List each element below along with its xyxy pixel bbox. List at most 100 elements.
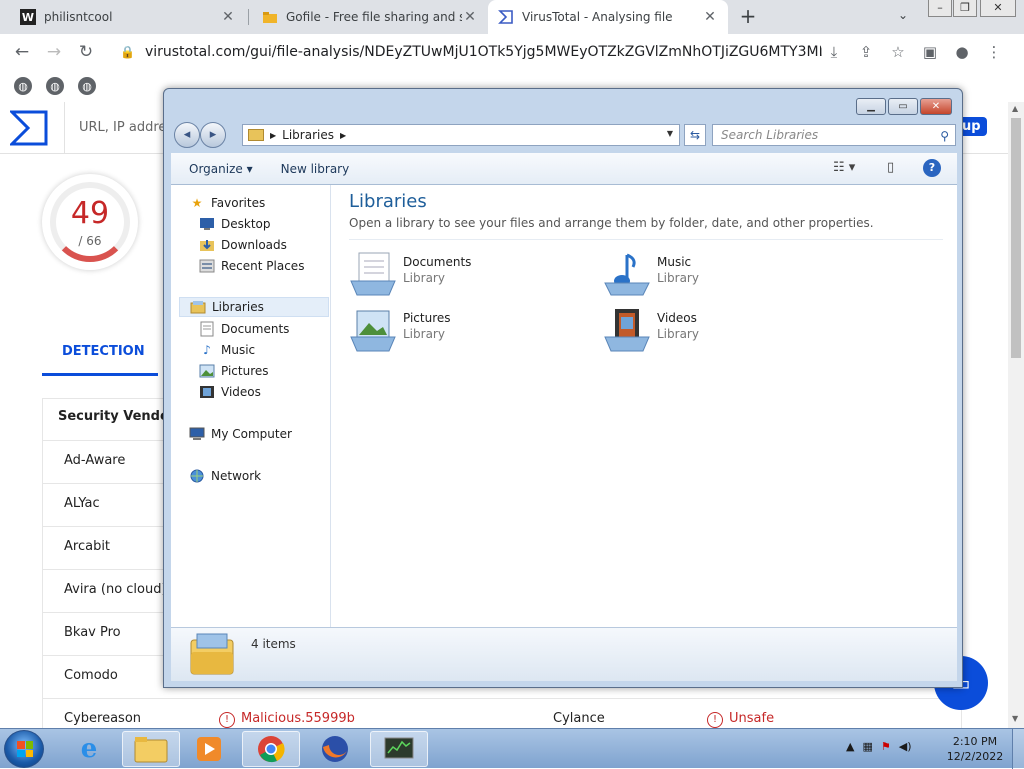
videos-icon — [199, 384, 215, 400]
sidepanel-icon[interactable]: ▣ — [914, 43, 946, 61]
page-scrollbar[interactable]: ▲ ▼ — [1008, 102, 1024, 728]
reload-icon[interactable]: ↻ — [74, 40, 98, 64]
item-count: 4 items — [251, 637, 296, 651]
vendor-name: Cylance — [553, 711, 605, 726]
profile-icon[interactable]: ● — [946, 43, 978, 61]
maximize-button[interactable]: ▭ — [888, 98, 918, 115]
library-type: Library — [403, 327, 445, 341]
vendor-name: Comodo — [64, 668, 118, 683]
virustotal-icon — [498, 9, 514, 25]
pictures-icon — [199, 363, 215, 379]
preview-pane-icon[interactable]: ▯ — [887, 160, 894, 175]
internet-explorer-icon: e — [80, 734, 98, 764]
forward-icon[interactable]: → — [42, 40, 66, 64]
close-icon[interactable]: ✕ — [220, 9, 236, 25]
action-center-icon[interactable]: ⚑ — [881, 740, 891, 753]
back-icon[interactable]: ← — [10, 40, 34, 64]
warning-icon: ! — [219, 712, 235, 728]
globe-icon[interactable]: ◍ — [14, 77, 32, 95]
explorer-address-bar[interactable]: ▶ Libraries ▶ ▼ — [242, 124, 680, 146]
library-videos[interactable]: Videos Library — [603, 305, 853, 355]
page-title: Libraries — [349, 191, 427, 212]
chevron-down-icon[interactable]: ▼ — [667, 129, 673, 138]
browser-chrome: W philisntcool ✕ Gofile - Free file shar… — [0, 0, 1024, 102]
view-options-icon[interactable]: ☷ ▾ — [833, 160, 855, 175]
close-icon[interactable]: ✕ — [462, 9, 478, 25]
scroll-thumb[interactable] — [1011, 118, 1021, 358]
warning-icon: ! — [707, 712, 723, 728]
nav-favorites[interactable]: ★ Favorites — [189, 193, 347, 213]
tab-title: philisntcool — [44, 10, 113, 24]
tab-gofile[interactable]: Gofile - Free file sharing and stor ✕ — [252, 0, 488, 34]
videos-icon — [604, 309, 650, 352]
nav-network[interactable]: Network — [189, 466, 347, 486]
explorer-search-input[interactable]: Search Libraries ⚲ — [712, 124, 956, 146]
breadcrumb[interactable]: Libraries — [282, 128, 334, 142]
detection-result: ! Malicious.55999b — [219, 711, 355, 728]
globe-icon[interactable]: ◍ — [78, 77, 96, 95]
new-library-button[interactable]: New library — [281, 162, 350, 176]
detection-result: ! Unsafe — [707, 711, 774, 728]
tab-virustotal[interactable]: VirusTotal - Analysing file ✕ — [488, 0, 728, 34]
chevron-up-icon[interactable]: ▲ — [846, 740, 854, 753]
close-icon[interactable]: ✕ — [702, 9, 718, 25]
restore-button[interactable]: ❐ — [953, 0, 977, 17]
download-icon[interactable]: ⤓ — [818, 43, 850, 61]
explorer-window: ▁ ▭ ✕ ◂ ▸ ▶ Libraries ▶ ▼ ⇆ Search Libra… — [163, 88, 963, 688]
documents-icon — [199, 321, 215, 337]
taskbar-explorer[interactable] — [122, 731, 180, 767]
star-icon[interactable]: ☆ — [882, 43, 914, 61]
chevron-down-icon[interactable]: ⌄ — [898, 8, 908, 22]
page-subtitle: Open a library to see your files and arr… — [349, 216, 874, 230]
tab-philisntcool[interactable]: W philisntcool ✕ — [10, 0, 246, 34]
taskbar-task-manager[interactable] — [370, 731, 428, 767]
windows-icon — [17, 741, 33, 757]
nav-libraries[interactable]: Libraries — [179, 297, 329, 317]
taskbar-media-player[interactable] — [180, 731, 238, 767]
url-actions: ⤓ ⇪ ☆ ▣ ● ⋮ — [818, 38, 1010, 66]
vt-search-input[interactable]: URL, IP addres — [64, 102, 173, 154]
scroll-up-icon[interactable]: ▲ — [1012, 104, 1018, 113]
back-icon[interactable]: ◂ — [174, 122, 200, 148]
network-icon[interactable]: ▦ — [862, 740, 872, 753]
nav-my-computer[interactable]: My Computer — [189, 424, 347, 444]
vendor-name: ALYac — [64, 496, 100, 511]
network-icon — [189, 468, 205, 484]
forward-icon[interactable]: ▸ — [200, 122, 226, 148]
clock[interactable]: 2:10 PM 12/2/2022 — [944, 734, 1006, 764]
show-desktop-button[interactable] — [1012, 729, 1024, 769]
taskbar-firefox[interactable] — [306, 731, 364, 767]
scroll-down-icon[interactable]: ▼ — [1012, 714, 1018, 723]
minimize-button[interactable]: – — [928, 0, 952, 17]
new-tab-button[interactable]: + — [738, 6, 758, 28]
menu-icon[interactable]: ⋮ — [978, 43, 1010, 61]
close-button[interactable]: ✕ — [980, 0, 1016, 17]
globe-icon[interactable]: ◍ — [46, 77, 64, 95]
address-row: ◂ ▸ ▶ Libraries ▶ ▼ ⇆ Search Libraries ⚲ — [172, 122, 956, 148]
task-manager-icon — [384, 737, 414, 759]
minimize-button[interactable]: ▁ — [856, 98, 886, 115]
music-icon: ♪ — [203, 343, 211, 357]
score-total: / 66 — [78, 234, 102, 248]
address-bar[interactable]: 🔒 virustotal.com/gui/file-analysis/NDEyZ… — [110, 38, 822, 66]
taskbar: e ▲ ▦ ⚑ ◀) 2:10 PM 12/2/2022 — [0, 728, 1024, 769]
chevron-right-icon: ▶ — [270, 130, 277, 140]
system-tray: ▲ ▦ ⚑ ◀) — [846, 740, 912, 753]
library-documents[interactable]: Documents Library — [349, 249, 599, 299]
organize-button[interactable]: Organize ▾ — [189, 162, 253, 176]
library-pictures[interactable]: Pictures Library — [349, 305, 599, 355]
refresh-icon[interactable]: ⇆ — [684, 124, 706, 146]
start-button[interactable] — [4, 730, 44, 768]
music-icon — [604, 253, 650, 296]
help-icon[interactable]: ? — [923, 159, 941, 177]
volume-icon[interactable]: ◀) — [899, 740, 912, 753]
share-icon[interactable]: ⇪ — [850, 43, 882, 61]
library-music[interactable]: Music Library — [603, 249, 853, 299]
tab-detection[interactable]: DETECTION — [62, 344, 145, 359]
taskbar-chrome[interactable] — [242, 731, 300, 767]
detection-score: 49 / 66 — [42, 174, 138, 270]
chevron-right-icon[interactable]: ▶ — [340, 131, 346, 140]
close-button[interactable]: ✕ — [920, 98, 952, 115]
virustotal-logo[interactable] — [10, 110, 48, 146]
taskbar-ie[interactable]: e — [60, 731, 118, 767]
